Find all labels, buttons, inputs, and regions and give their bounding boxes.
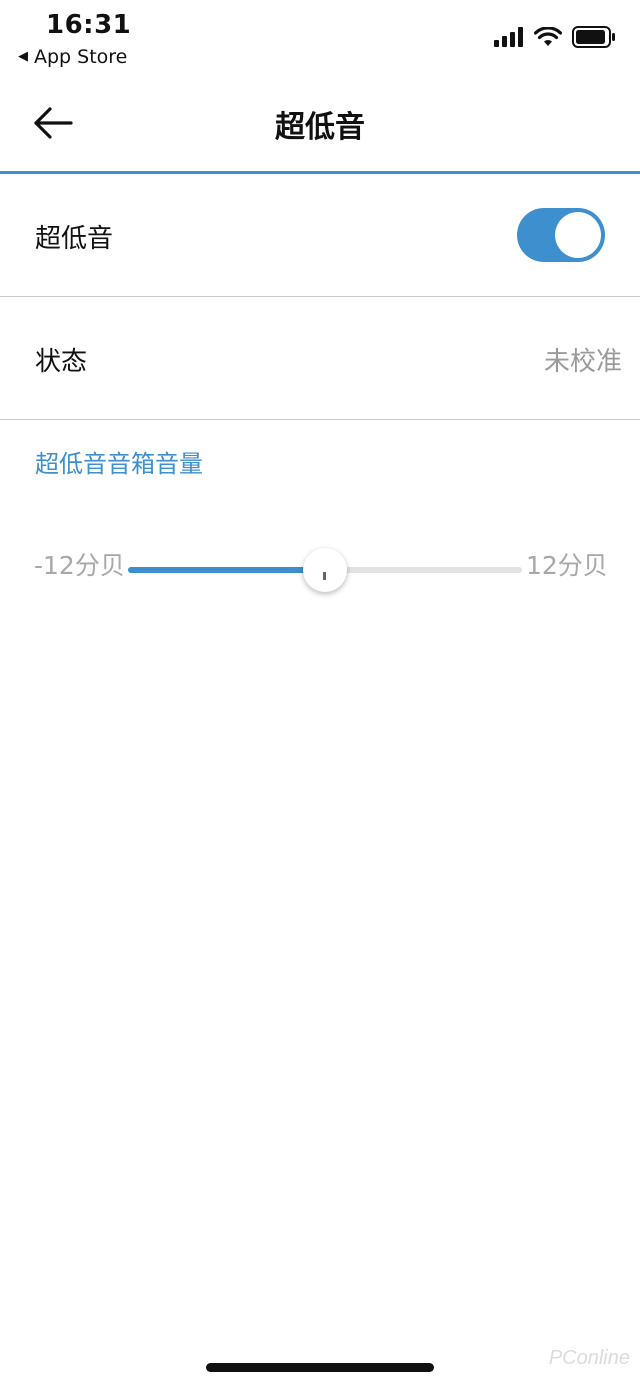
subwoofer-volume-slider[interactable] xyxy=(128,548,522,592)
signal-icon xyxy=(494,27,524,51)
toggle-knob xyxy=(555,212,601,258)
back-triangle-icon: ◀ xyxy=(18,48,28,64)
subwoofer-toggle-row: 超低音 xyxy=(0,174,640,297)
status-label: 状态 xyxy=(35,347,88,377)
status-icons xyxy=(494,26,616,52)
subwoofer-toggle[interactable] xyxy=(517,208,605,262)
nav-bar: 超低音 xyxy=(0,76,640,172)
slider-thumb[interactable] xyxy=(303,548,347,592)
status-bar: 16:31 ◀ App Store xyxy=(0,0,640,76)
slider-max-label: 12分贝 xyxy=(526,551,608,580)
section-title-subwoofer-volume: 超低音音箱音量 xyxy=(35,450,203,478)
home-indicator[interactable] xyxy=(206,1363,434,1372)
wifi-icon xyxy=(533,26,563,51)
page-title: 超低音 xyxy=(275,110,365,145)
slider-fill xyxy=(128,567,325,573)
status-value: 未校准 xyxy=(543,347,622,377)
battery-icon xyxy=(572,26,616,52)
status-time: 16:31 xyxy=(46,10,132,40)
subwoofer-label: 超低音 xyxy=(35,224,114,254)
slider-min-label: -12分贝 xyxy=(34,551,125,580)
back-to-app-label: App Store xyxy=(34,46,128,68)
status-row[interactable]: 状态 未校准 xyxy=(0,297,640,420)
back-to-app-link[interactable]: ◀ App Store xyxy=(18,46,127,68)
slider-thumb-tick xyxy=(323,572,326,580)
watermark: PConline xyxy=(548,1347,630,1369)
